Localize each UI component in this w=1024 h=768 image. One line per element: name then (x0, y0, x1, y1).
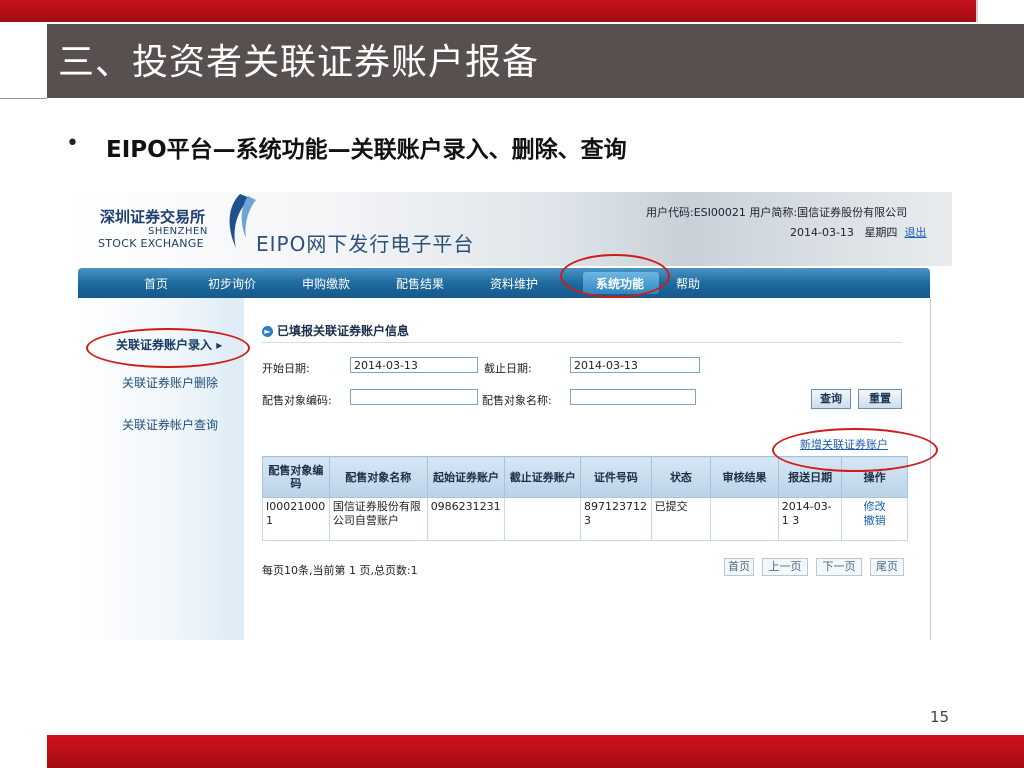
accounts-table: 配售对象编码 配售对象名称 起始证券账户 截止证券账户 证件号码 状态 审核结果… (262, 456, 908, 541)
start-date-label: 开始日期: (262, 362, 310, 375)
platform-title: EIPO网下发行电子平台 (256, 232, 475, 256)
main-nav: 首页 初步询价 申购缴款 配售结果 资料维护 系统功能 帮助 (78, 268, 930, 298)
section-title: ► 已填报关联证券账户信息 (262, 322, 409, 339)
szse-logo-en-line2: STOCK EXCHANGE (98, 237, 204, 250)
cell-review (710, 497, 779, 541)
end-date-input[interactable]: 2014-03-13 (570, 357, 700, 373)
nav-data-maintenance[interactable]: 资料维护 (490, 275, 538, 292)
cell-start-account: 0986231231 (426, 497, 506, 541)
sidebar-item-delete-account[interactable]: 关联证券账户删除 (122, 374, 218, 391)
pager-next-button[interactable]: 下一页 (816, 558, 862, 576)
eipo-screenshot: 深圳证券交易所 SHENZHEN STOCK EXCHANGE EIPO网下发行… (66, 192, 952, 640)
current-weekday: 星期四 (864, 226, 898, 239)
query-button[interactable]: 查询 (811, 389, 851, 409)
cell-actions: 修改 撤销 (841, 497, 908, 541)
bullet-marker: • (66, 131, 79, 156)
col-status: 状态 (650, 456, 712, 498)
cell-code: I00021000 1 (262, 497, 330, 541)
cell-name: 国信证券股份有限公司自营账户 (328, 497, 428, 541)
col-code: 配售对象编码 (262, 456, 330, 498)
table-row: I00021000 1 国信证券股份有限公司自营账户 0986231231 89… (262, 497, 908, 541)
name-label: 配售对象名称: (482, 394, 552, 407)
col-name: 配售对象名称 (328, 456, 428, 498)
end-date-label: 截止日期: (484, 362, 532, 375)
sidebar-item-query-account[interactable]: 关联证券帐户查询 (122, 416, 218, 433)
reset-button[interactable]: 重置 (858, 389, 902, 409)
col-date: 报送日期 (777, 456, 843, 498)
chevron-right-icon: ▸ (216, 338, 223, 352)
nav-help[interactable]: 帮助 (676, 275, 700, 292)
pager-first-button[interactable]: 首页 (724, 558, 754, 576)
section-title-text: 已填报关联证券账户信息 (277, 324, 410, 338)
add-account-link[interactable]: 新增关联证券账户 (800, 436, 888, 452)
cancel-link[interactable]: 撤销 (845, 514, 904, 528)
current-date: 2014-03-13 (790, 226, 854, 239)
logout-link[interactable]: 退出 (904, 226, 926, 239)
col-start-account: 起始证券账户 (426, 456, 506, 498)
sidebar-item-label: 关联证券账户录入 (116, 338, 213, 352)
slide-title: 三、投资者关联证券账户报备 (58, 42, 540, 83)
nav-system-functions[interactable]: 系统功能 (596, 275, 644, 292)
code-label: 配售对象编码: (262, 394, 332, 407)
pager-summary: 每页10条,当前第 1 页,总页数:1 (262, 564, 418, 577)
szse-logo-en-line1: SHENZHEN (148, 226, 208, 237)
bullet-text: EIPO平台—系统功能—关联账户录入、删除、查询 (106, 137, 627, 163)
code-input[interactable] (350, 389, 478, 405)
cell-end-account (504, 497, 582, 541)
title-left-box (0, 24, 47, 99)
start-date-input[interactable]: 2014-03-13 (350, 357, 478, 373)
top-red-bar (0, 0, 976, 22)
szse-logo-icon (229, 194, 256, 248)
nav-initial-inquiry[interactable]: 初步询价 (208, 275, 256, 292)
col-review: 审核结果 (710, 456, 779, 498)
main-content: ► 已填报关联证券账户信息 开始日期: 2014-03-13 截止日期: 2014… (244, 298, 931, 640)
pager-last-button[interactable]: 尾页 (870, 558, 904, 576)
sidebar: 关联证券账户录入 ▸ 关联证券账户删除 关联证券帐户查询 (78, 298, 245, 640)
nav-subscription[interactable]: 申购缴款 (302, 275, 350, 292)
app-header: 深圳证券交易所 SHENZHEN STOCK EXCHANGE EIPO网下发行… (66, 192, 952, 266)
name-input[interactable] (570, 389, 696, 405)
cell-status: 已提交 (650, 497, 712, 541)
user-info: 用户代码:ESI00021 用户简称:国信证券股份有限公司 (646, 206, 908, 219)
col-end-account: 截止证券账户 (504, 456, 582, 498)
sidebar-item-add-account[interactable]: 关联证券账户录入 ▸ (116, 336, 222, 353)
date-info: 2014-03-13 星期四 退出 (790, 224, 926, 240)
nav-allotment[interactable]: 配售结果 (396, 275, 444, 292)
bottom-left-box (0, 735, 47, 768)
pager-prev-button[interactable]: 上一页 (762, 558, 808, 576)
col-id-number: 证件号码 (580, 456, 652, 498)
arrow-circle-icon: ► (262, 326, 273, 337)
cell-id-number: 897123712 3 (580, 497, 652, 541)
col-actions: 操作 (841, 456, 908, 498)
table-header-row: 配售对象编码 配售对象名称 起始证券账户 截止证券账户 证件号码 状态 审核结果… (262, 456, 908, 498)
cell-date: 2014-03-1 3 (777, 497, 843, 541)
edit-link[interactable]: 修改 (845, 500, 904, 514)
bottom-red-bar (47, 735, 1024, 768)
section-divider (262, 342, 902, 343)
szse-logo-text: 深圳证券交易所 (100, 208, 206, 226)
nav-home[interactable]: 首页 (144, 275, 168, 292)
top-corner-box (976, 0, 1024, 22)
page-number: 15 (930, 708, 950, 726)
